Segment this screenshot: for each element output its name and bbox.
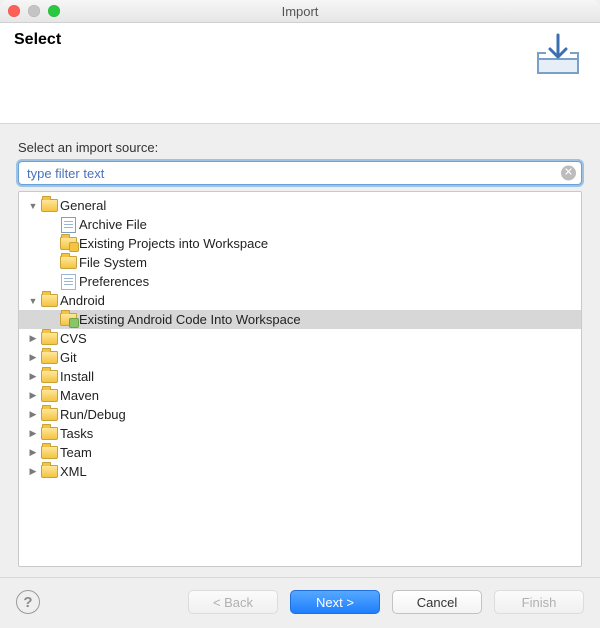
tree-item-existing-projects[interactable]: Existing Projects into Workspace xyxy=(19,234,581,253)
tree-item-preferences[interactable]: Preferences xyxy=(19,272,581,291)
disclosure-right-icon[interactable]: ▶ xyxy=(27,447,39,458)
folder-icon xyxy=(40,446,58,459)
import-source-label: Select an import source: xyxy=(18,140,582,155)
tree-category-team[interactable]: ▶ Team xyxy=(19,443,581,462)
wizard-button-bar: ? < Back Next > Cancel Finish xyxy=(0,577,600,628)
disclosure-right-icon[interactable]: ▶ xyxy=(27,390,39,401)
tree-item-existing-android-code[interactable]: Existing Android Code Into Workspace xyxy=(19,310,581,329)
window-title: Import xyxy=(0,4,600,19)
clear-filter-icon[interactable]: ✕ xyxy=(561,166,576,181)
import-wizard-window: Import Select Select an import source: ✕… xyxy=(0,0,600,628)
window-close-button[interactable] xyxy=(8,5,20,17)
tree-category-cvs[interactable]: ▶ CVS xyxy=(19,329,581,348)
folder-icon xyxy=(40,199,58,212)
folder-icon xyxy=(40,427,58,440)
window-zoom-button[interactable] xyxy=(48,5,60,17)
tree-item-archive-file[interactable]: Archive File xyxy=(19,215,581,234)
tree-label: Existing Projects into Workspace xyxy=(79,236,268,251)
tree-label: CVS xyxy=(60,331,87,346)
tree-label: Android xyxy=(60,293,105,308)
tree-label: Git xyxy=(60,350,77,365)
tree-category-xml[interactable]: ▶ XML xyxy=(19,462,581,481)
disclosure-right-icon[interactable]: ▶ xyxy=(27,333,39,344)
folder-icon xyxy=(40,294,58,307)
disclosure-right-icon[interactable]: ▶ xyxy=(27,409,39,420)
filter-input[interactable] xyxy=(18,161,582,185)
tree-label: Preferences xyxy=(79,274,149,289)
tree-category-install[interactable]: ▶ Install xyxy=(19,367,581,386)
folder-icon xyxy=(40,465,58,478)
projects-icon xyxy=(59,237,77,250)
folder-icon xyxy=(40,351,58,364)
banner-title: Select xyxy=(14,31,61,49)
cancel-button[interactable]: Cancel xyxy=(392,590,482,614)
folder-icon xyxy=(40,389,58,402)
folder-icon xyxy=(40,332,58,345)
wizard-banner: Select xyxy=(0,23,600,124)
tree-label: Archive File xyxy=(79,217,147,232)
tree-category-git[interactable]: ▶ Git xyxy=(19,348,581,367)
tree-category-tasks[interactable]: ▶ Tasks xyxy=(19,424,581,443)
tree-label: Install xyxy=(60,369,94,384)
tree-label: File System xyxy=(79,255,147,270)
archive-file-icon xyxy=(59,217,77,233)
android-project-icon xyxy=(59,313,77,326)
tree-label: General xyxy=(60,198,106,213)
preferences-icon xyxy=(59,274,77,290)
import-source-tree[interactable]: ▼ General Archive File Existing Projects… xyxy=(18,191,582,567)
help-icon[interactable]: ? xyxy=(16,590,40,614)
next-button[interactable]: Next > xyxy=(290,590,380,614)
tree-category-rundebug[interactable]: ▶ Run/Debug xyxy=(19,405,581,424)
disclosure-down-icon[interactable]: ▼ xyxy=(27,201,39,211)
folder-icon xyxy=(40,408,58,421)
tree-label: Run/Debug xyxy=(60,407,126,422)
finish-button: Finish xyxy=(494,590,584,614)
tree-label: Team xyxy=(60,445,92,460)
filter-field-wrap: ✕ xyxy=(18,161,582,185)
folder-icon xyxy=(40,370,58,383)
disclosure-right-icon[interactable]: ▶ xyxy=(27,371,39,382)
wizard-body: Select an import source: ✕ ▼ General Arc… xyxy=(0,124,600,577)
import-icon xyxy=(530,31,586,79)
disclosure-down-icon[interactable]: ▼ xyxy=(27,296,39,306)
tree-category-general[interactable]: ▼ General xyxy=(19,196,581,215)
tree-label: Existing Android Code Into Workspace xyxy=(79,312,301,327)
tree-category-maven[interactable]: ▶ Maven xyxy=(19,386,581,405)
disclosure-right-icon[interactable]: ▶ xyxy=(27,352,39,363)
titlebar: Import xyxy=(0,0,600,23)
folder-icon xyxy=(59,256,77,269)
tree-label: Maven xyxy=(60,388,99,403)
tree-label: XML xyxy=(60,464,87,479)
tree-category-android[interactable]: ▼ Android xyxy=(19,291,581,310)
back-button: < Back xyxy=(188,590,278,614)
tree-label: Tasks xyxy=(60,426,93,441)
disclosure-right-icon[interactable]: ▶ xyxy=(27,428,39,439)
window-minimize-button[interactable] xyxy=(28,5,40,17)
disclosure-right-icon[interactable]: ▶ xyxy=(27,466,39,477)
tree-item-file-system[interactable]: File System xyxy=(19,253,581,272)
